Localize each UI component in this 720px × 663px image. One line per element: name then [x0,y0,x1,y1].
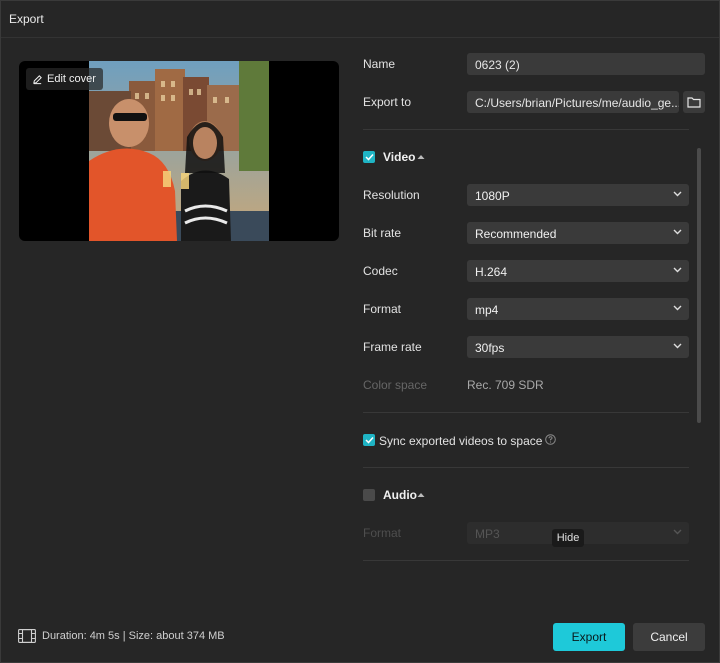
export-info: Duration: 4m 5s | Size: about 374 MB [18,629,225,643]
resolution-select[interactable]: 1080P [467,184,689,206]
colorspace-value: Rec. 709 SDR [467,378,544,392]
collapse-video-icon[interactable] [417,154,425,160]
settings-scrollbar[interactable] [697,148,701,423]
hide-tooltip: Hide [552,529,584,547]
video-section-title: Video [383,150,416,164]
collapse-audio-icon[interactable] [417,492,425,498]
codec-label: Codec [363,264,398,278]
cancel-button[interactable]: Cancel [633,623,705,651]
divider [363,412,689,413]
export-button[interactable]: Export [553,623,625,651]
sync-label: Sync exported videos to space [379,434,543,448]
format-label: Format [363,302,402,316]
help-icon[interactable] [545,434,556,445]
resolution-value: 1080P [475,189,510,203]
name-input[interactable]: 0623 (2) [467,53,705,75]
name-label: Name [363,57,396,71]
edit-cover-button[interactable]: Edit cover [26,68,103,90]
resolution-label: Resolution [363,188,420,202]
export-dialog: Export Edit cover Name 0623 (2) Export t… [0,0,720,663]
video-preview: Edit cover [19,61,339,241]
colorspace-label: Color space [363,378,428,392]
chevron-down-icon [673,305,682,311]
audio-section-title: Audio [383,488,417,502]
bitrate-value: Recommended [475,227,557,241]
codec-select[interactable]: H.264 [467,260,689,282]
export-to-label: Export to [363,95,412,109]
codec-value: H.264 [475,265,508,279]
sync-checkbox[interactable] [363,434,375,446]
framerate-select[interactable]: 30fps [467,336,689,358]
chevron-down-icon [673,229,682,235]
chevron-down-icon [673,191,682,197]
pencil-icon [33,74,42,84]
audio-format-value: MP3 [475,527,500,541]
bitrate-label: Bit rate [363,226,402,240]
check-icon [364,436,374,444]
chevron-down-icon [673,529,682,535]
folder-icon [687,97,701,108]
divider [363,560,689,561]
framerate-value: 30fps [475,341,505,355]
format-value: mp4 [475,303,499,317]
title-bar: Export [1,1,719,38]
bitrate-select[interactable]: Recommended [467,222,689,244]
video-checkbox[interactable] [363,151,375,163]
edit-cover-label: Edit cover [47,73,96,85]
chevron-down-icon [673,343,682,349]
divider [363,467,689,468]
audio-format-label: Format [363,526,402,540]
dialog-title: Export [9,12,44,26]
divider [363,129,689,130]
browse-folder-button[interactable] [683,91,705,113]
preview-thumbnail [89,61,269,241]
duration-size-text: Duration: 4m 5s | Size: about 374 MB [42,630,225,642]
framerate-label: Frame rate [363,340,422,354]
check-icon [364,153,374,161]
export-path-input[interactable]: C:/Users/brian/Pictures/me/audio_ge... [467,91,679,113]
film-icon [18,629,36,643]
audio-checkbox[interactable] [363,489,375,501]
format-select[interactable]: mp4 [467,298,689,320]
chevron-down-icon [673,267,682,273]
